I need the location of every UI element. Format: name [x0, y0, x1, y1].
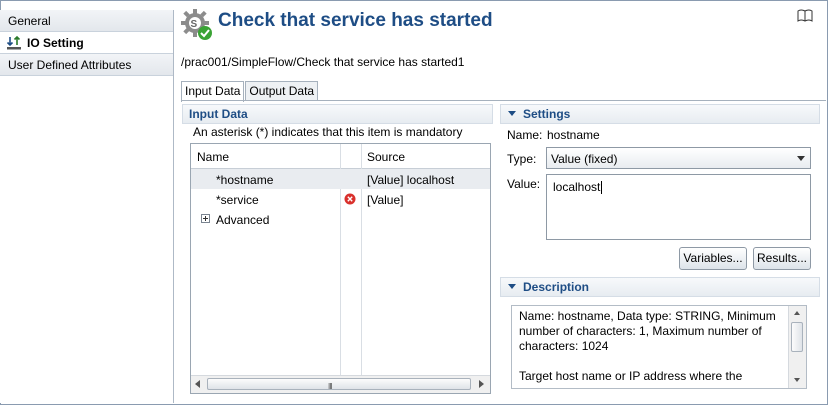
- value-text: localhost: [553, 180, 601, 194]
- row-name: Advanced: [216, 213, 270, 227]
- column-header-name[interactable]: Name: [197, 150, 229, 164]
- results-button[interactable]: Results...: [753, 247, 811, 270]
- scroll-down-icon[interactable]: [794, 378, 800, 382]
- chevron-down-icon: [797, 156, 805, 161]
- description-title-label: Description: [523, 280, 590, 294]
- tab-output-data[interactable]: Output Data: [245, 81, 319, 101]
- type-select-value: Value (fixed): [551, 152, 618, 166]
- tab-divider: [181, 100, 826, 101]
- scroll-right-icon[interactable]: [479, 380, 484, 388]
- service-gear-icon: S: [180, 8, 214, 42]
- scroll-left-icon[interactable]: [195, 380, 200, 388]
- variables-button[interactable]: Variables...: [679, 247, 747, 270]
- scroll-up-icon[interactable]: [794, 311, 800, 315]
- value-label: Value:: [507, 177, 541, 191]
- input-data-title: Input Data: [189, 107, 248, 121]
- horizontal-scrollbar[interactable]: III: [191, 375, 490, 393]
- nav-item-label: User Defined Attributes: [8, 58, 132, 72]
- expand-icon[interactable]: [201, 214, 210, 223]
- page-title: Check that service has started: [218, 10, 493, 31]
- io-setting-icon: [6, 35, 22, 51]
- type-label: Type:: [507, 152, 537, 166]
- book-icon[interactable]: [797, 9, 813, 23]
- row-name: *hostname: [216, 173, 274, 187]
- column-header-source[interactable]: Source: [367, 150, 405, 164]
- nav-item-user-defined-attributes[interactable]: User Defined Attributes: [0, 54, 173, 76]
- nav-item-general[interactable]: General: [0, 10, 173, 32]
- scrollbar-thumb[interactable]: III: [207, 378, 471, 391]
- error-icon: [344, 193, 356, 205]
- scrollbar-grip: III: [328, 382, 333, 391]
- row-name: *service: [216, 193, 259, 207]
- value-field-text: localhost: [553, 180, 603, 195]
- breadcrumb-path: /prac001/SimpleFlow/Check that service h…: [181, 55, 465, 69]
- description-line-1: Name: hostname, Data type: STRING, Minim…: [519, 309, 776, 353]
- settings-title[interactable]: Settings: [508, 107, 570, 121]
- description-box[interactable]: Name: hostname, Data type: STRING, Minim…: [511, 305, 807, 389]
- nav-item-label: IO Setting: [27, 35, 84, 50]
- description-line-2: Target host name or IP address where the: [519, 369, 743, 383]
- table-row-advanced[interactable]: Advanced: [191, 209, 490, 229]
- svg-text:S: S: [191, 19, 198, 30]
- collapse-triangle-icon: [508, 111, 516, 117]
- row-source: [Value]: [367, 193, 404, 207]
- type-select[interactable]: Value (fixed): [546, 147, 811, 169]
- text-caret: [601, 181, 603, 195]
- mandatory-note: An asterisk (*) indicates that this item…: [193, 125, 463, 139]
- row-source: [Value] localhost: [367, 173, 455, 187]
- settings-title-label: Settings: [523, 107, 571, 121]
- vertical-scrollbar[interactable]: [788, 306, 806, 388]
- table-row-service[interactable]: *service [Value]: [191, 189, 490, 209]
- nav-item-label: General: [8, 14, 51, 28]
- tab-input-data[interactable]: Input Data: [181, 81, 245, 102]
- description-text: Name: hostname, Data type: STRING, Minim…: [519, 309, 784, 384]
- nav-item-io-setting[interactable]: IO Setting: [0, 32, 173, 54]
- name-value: hostname: [547, 128, 600, 142]
- tab-bar: Input Data Output Data: [181, 81, 319, 102]
- input-data-table: Name Source *hostname [Value] localhost …: [190, 143, 491, 394]
- name-label: Name:: [507, 128, 543, 142]
- left-nav: General IO Setting User Defined Attribut…: [0, 10, 174, 403]
- table-row-hostname[interactable]: *hostname [Value] localhost: [191, 169, 490, 189]
- description-title[interactable]: Description: [508, 280, 589, 294]
- scrollbar-thumb[interactable]: [791, 322, 803, 352]
- value-field[interactable]: localhost: [546, 174, 811, 240]
- collapse-triangle-icon: [508, 284, 516, 290]
